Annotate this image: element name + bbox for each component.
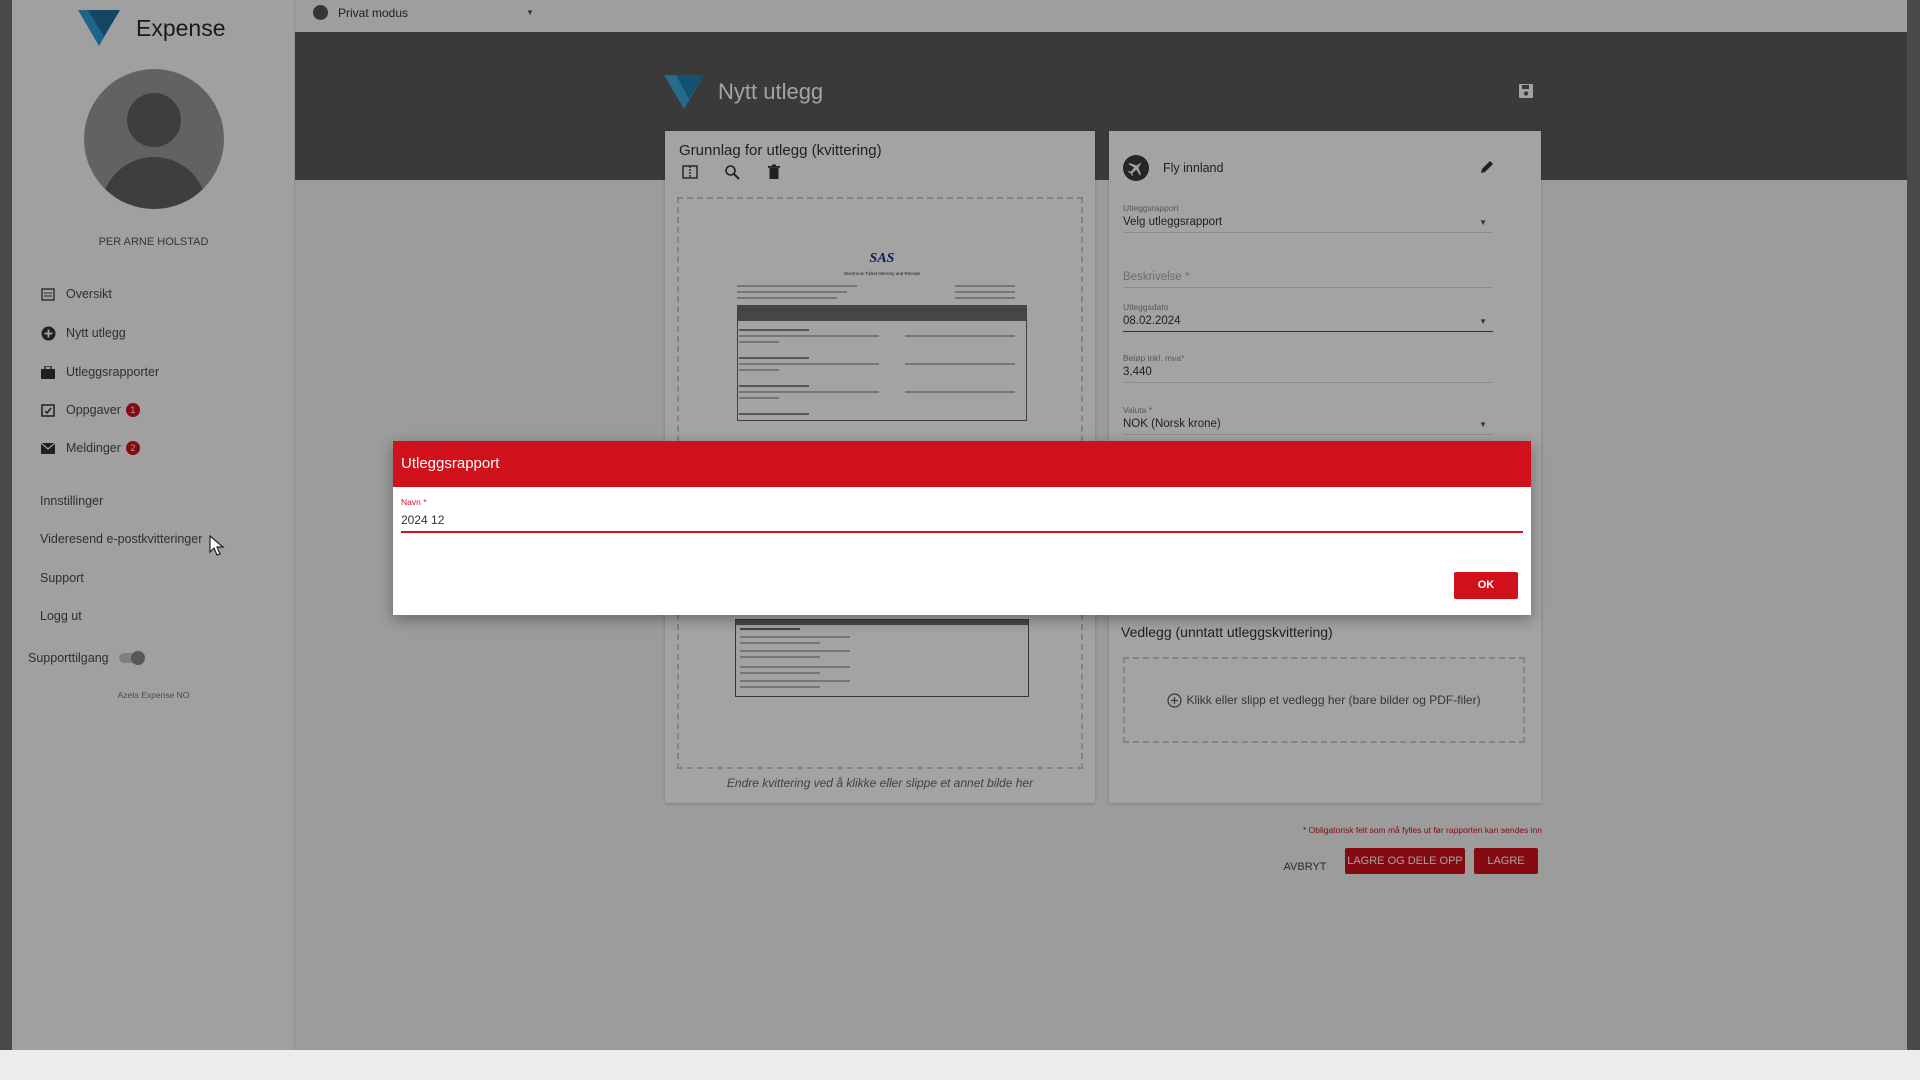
ok-button[interactable]: OK (1454, 572, 1518, 599)
mouse-cursor-icon (209, 535, 225, 556)
report-name-label: Navn * (401, 497, 427, 507)
report-dialog: Utleggsrapport Navn * OK (393, 441, 1531, 615)
app-window: Expense PER ARNE HOLSTAD Oversikt Nytt u… (12, 0, 1907, 1050)
report-name-input[interactable] (401, 509, 1523, 533)
bottom-strip (0, 1050, 1920, 1080)
dialog-title: Utleggsrapport (393, 441, 1531, 487)
